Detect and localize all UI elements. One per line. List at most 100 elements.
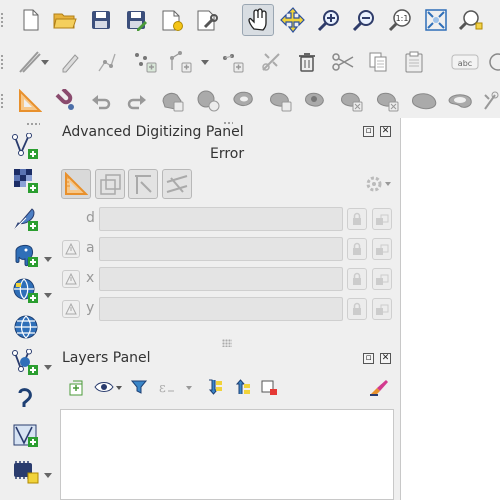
new-print-layout-icon[interactable]: [157, 5, 187, 35]
add-vector-layer-icon[interactable]: [8, 132, 44, 162]
layer-tree[interactable]: [60, 409, 394, 500]
parallel-constraint-button[interactable]: [128, 169, 158, 199]
simplify-icon[interactable]: [194, 86, 224, 116]
add-postgis-icon[interactable]: [8, 240, 44, 270]
layers-panel-title: Layers Panel: [62, 350, 151, 366]
edit-style-icon[interactable]: [368, 376, 390, 398]
angle-input[interactable]: [99, 237, 343, 261]
close-layers-panel-button[interactable]: ✕: [380, 353, 391, 364]
trash-icon[interactable]: [292, 47, 322, 77]
add-mesh-layer-icon[interactable]: [8, 456, 44, 486]
pan-icon[interactable]: [242, 4, 274, 36]
manage-visibility-icon[interactable]: [94, 376, 122, 398]
redo-icon[interactable]: [122, 86, 152, 116]
digitizing-toolbar: abc: [0, 42, 500, 82]
collapse-all-icon[interactable]: [232, 376, 252, 398]
lock-x-button[interactable]: [347, 268, 367, 290]
delete-part-icon[interactable]: [373, 86, 403, 116]
perpendicular-constraint-button[interactable]: [162, 169, 192, 199]
construction-mode-button[interactable]: [95, 169, 125, 199]
lock-y-button[interactable]: [347, 298, 367, 320]
move-feature-icon[interactable]: [166, 47, 196, 77]
advanced-digitizing-panel-title: Advanced Digitizing Panel: [62, 124, 244, 140]
zoom-full-icon[interactable]: [421, 5, 451, 35]
relative-angle-button[interactable]: [62, 240, 80, 258]
repeat-y-button[interactable]: [372, 298, 392, 320]
open-layer-styling-icon[interactable]: [66, 376, 86, 398]
zoom-in-icon[interactable]: [314, 5, 344, 35]
repeat-distance-button[interactable]: [372, 208, 392, 230]
open-project-icon[interactable]: [50, 5, 80, 35]
zoom-out-icon[interactable]: [349, 5, 379, 35]
enable-advanced-digitizing-button[interactable]: [61, 169, 91, 199]
undo-icon[interactable]: [86, 86, 116, 116]
reshape-icon[interactable]: [409, 86, 439, 116]
toggle-editing-icon[interactable]: [55, 47, 85, 77]
float-panel-button[interactable]: ▫: [363, 126, 374, 137]
repeat-x-button[interactable]: [372, 268, 392, 290]
zoom-native-icon[interactable]: 1:1: [385, 5, 415, 35]
expand-all-icon[interactable]: [205, 376, 225, 398]
lock-icon: [353, 272, 361, 285]
repeat-lock-icon: [376, 304, 389, 315]
add-ring-icon[interactable]: [230, 86, 260, 116]
float-layers-panel-button[interactable]: ▫: [363, 353, 374, 364]
lock-distance-button[interactable]: [347, 208, 367, 230]
save-as-icon[interactable]: [121, 5, 151, 35]
copy-features-icon[interactable]: [363, 47, 393, 77]
settings-dropdown-button[interactable]: [364, 169, 394, 199]
move-feature-dropdown[interactable]: [200, 47, 210, 77]
add-delimited-text-icon[interactable]: [8, 204, 44, 234]
add-part-icon[interactable]: [266, 86, 296, 116]
map-canvas[interactable]: [400, 118, 500, 500]
relative-y-button[interactable]: [62, 300, 80, 318]
relative-x-button[interactable]: [62, 270, 80, 288]
lock-angle-button[interactable]: [347, 238, 367, 260]
layout-manager-icon[interactable]: [192, 5, 222, 35]
add-wcs-icon[interactable]: [8, 312, 44, 342]
add-wms-dropdown[interactable]: [42, 280, 54, 310]
more-tools-icon[interactable]: [484, 47, 500, 77]
add-wfs-icon[interactable]: [8, 348, 44, 378]
add-feature-icon[interactable]: [91, 47, 121, 77]
scissors-icon[interactable]: [328, 47, 358, 77]
add-mesh-layer-dropdown[interactable]: [42, 460, 54, 490]
delete-selected-icon[interactable]: [218, 47, 248, 77]
repeat-angle-button[interactable]: [372, 238, 392, 260]
x-input[interactable]: [99, 267, 343, 291]
toolbar-handle[interactable]: [0, 54, 4, 70]
add-postgis-dropdown[interactable]: [42, 244, 54, 274]
add-wfs-dropdown[interactable]: [42, 352, 54, 382]
new-project-icon[interactable]: [15, 5, 45, 35]
pan-to-selection-icon[interactable]: [278, 5, 308, 35]
rotate-feature-icon[interactable]: [158, 86, 188, 116]
label-icon[interactable]: abc: [450, 47, 480, 77]
split-features-icon[interactable]: [481, 86, 500, 116]
paste-features-icon[interactable]: [399, 47, 429, 77]
close-panel-button[interactable]: ✕: [380, 126, 391, 137]
shape-digitize-icon[interactable]: [15, 86, 45, 116]
add-virtual-layer-icon[interactable]: [8, 384, 44, 414]
offset-curve-icon[interactable]: [445, 86, 475, 116]
filter-legend-icon[interactable]: [129, 376, 149, 398]
toolbar-handle[interactable]: [26, 122, 40, 126]
cut-features-icon[interactable]: [256, 47, 286, 77]
zoom-to-selection-icon[interactable]: [456, 5, 486, 35]
vertex-tool-icon[interactable]: [131, 47, 161, 77]
delete-ring-icon[interactable]: [337, 86, 367, 116]
add-raster-layer-icon[interactable]: [8, 166, 44, 196]
add-wms-icon[interactable]: [8, 276, 44, 306]
fill-ring-icon[interactable]: [301, 86, 331, 116]
remove-layer-icon[interactable]: [259, 376, 279, 398]
digitize-line-dropdown[interactable]: [40, 47, 50, 77]
relative-warning-icon: [65, 273, 77, 285]
distance-input[interactable]: [99, 207, 343, 231]
add-spatialite-icon[interactable]: [8, 420, 44, 450]
panel-splitter[interactable]: [222, 339, 232, 347]
y-input[interactable]: [99, 297, 343, 321]
filter-expression-icon[interactable]: ε: [157, 376, 195, 398]
toolbar-handle[interactable]: [0, 12, 4, 28]
toolbar-handle[interactable]: [0, 93, 4, 109]
magnet-icon[interactable]: [50, 86, 80, 116]
save-project-icon[interactable]: [86, 5, 116, 35]
